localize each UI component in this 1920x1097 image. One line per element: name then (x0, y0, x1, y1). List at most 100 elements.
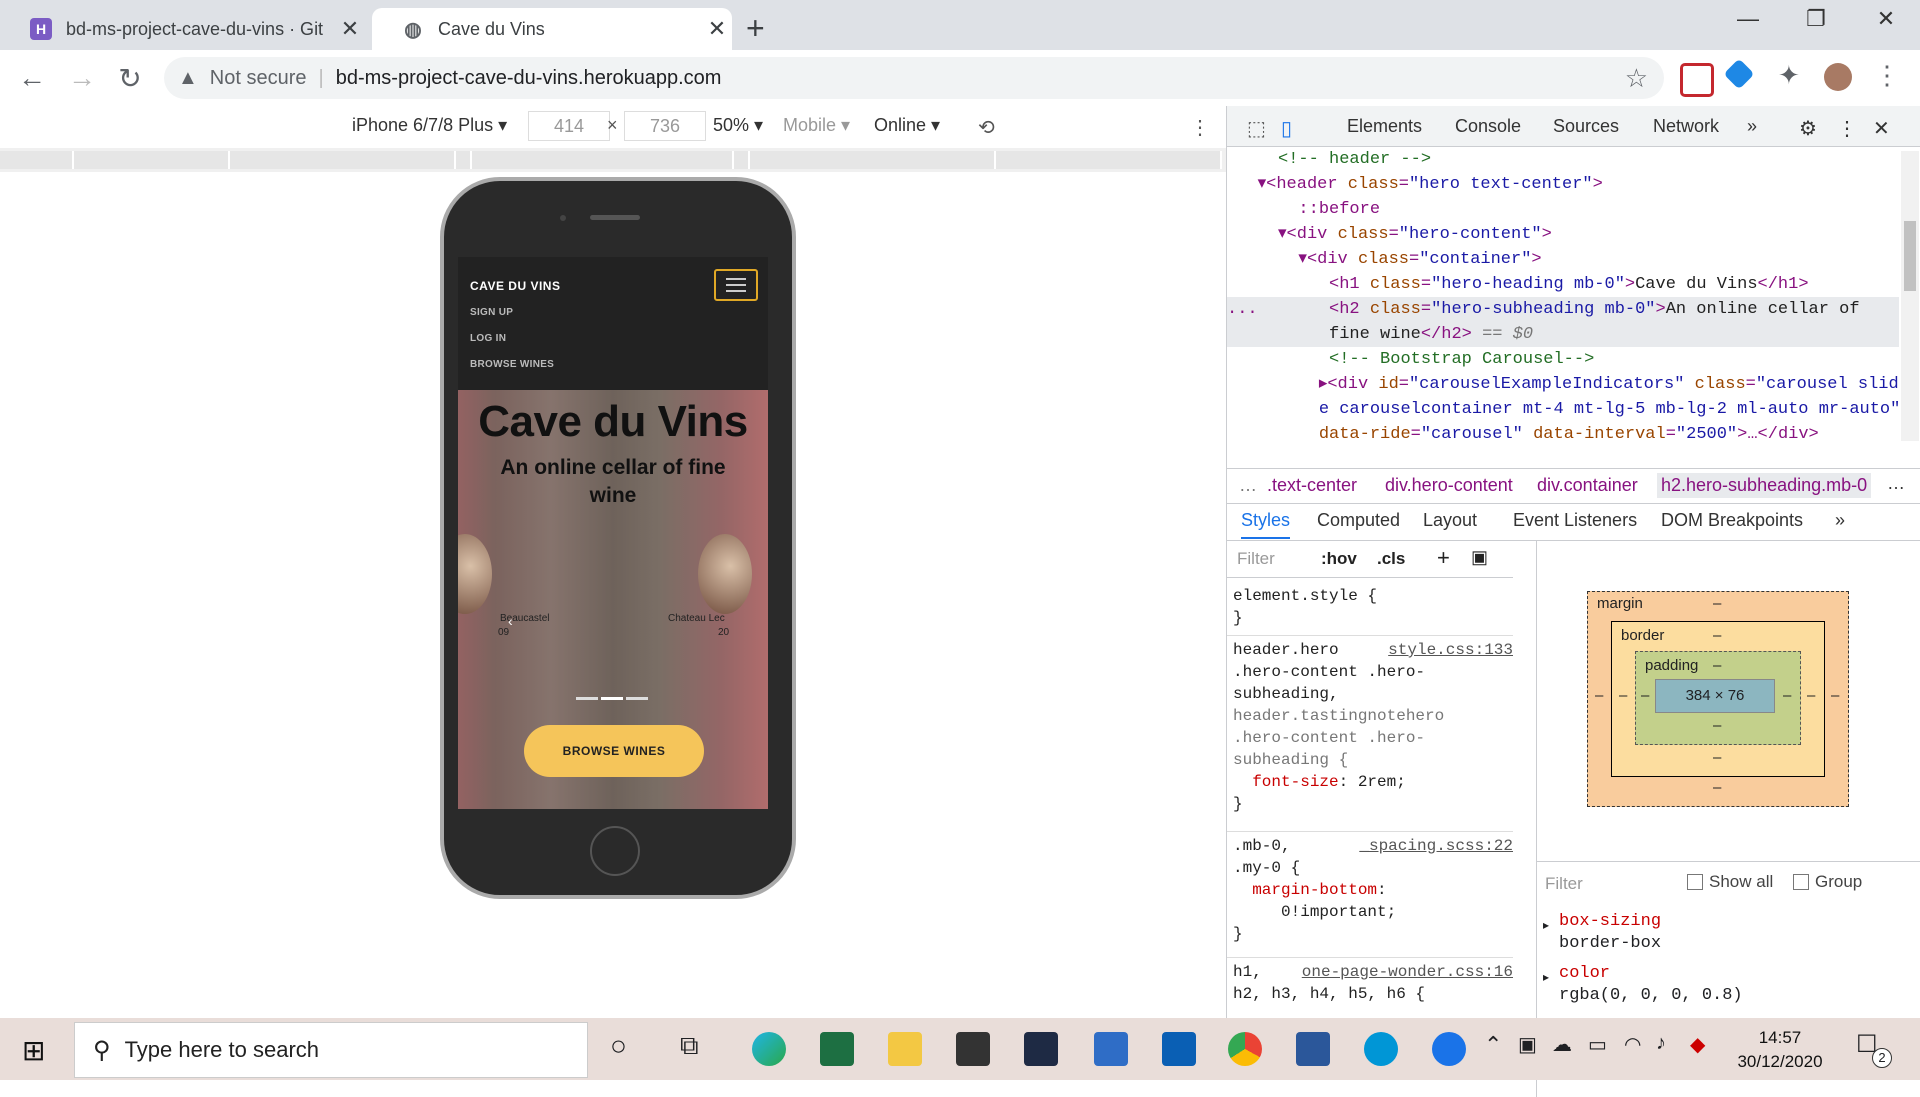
address-bar[interactable]: ▲ Not secure | bd-ms-project-cave-du-vin… (164, 57, 1664, 99)
store-icon[interactable] (956, 1032, 990, 1066)
dropbox-icon[interactable]: ◆ (1690, 1032, 1705, 1057)
hamburger-menu-icon[interactable] (714, 269, 758, 301)
more-tabs-icon[interactable]: » (1835, 510, 1845, 531)
tab-sources[interactable]: Sources (1553, 116, 1619, 137)
crumb-active[interactable]: h2.hero-subheading.mb-0 (1657, 473, 1872, 498)
show-all-checkbox[interactable] (1687, 874, 1703, 890)
style-rule[interactable]: element.style {} (1233, 585, 1513, 629)
tab-elements[interactable]: Elements (1347, 116, 1422, 137)
device-type-select[interactable]: Mobile ▾ (783, 115, 850, 136)
mail-icon[interactable] (1094, 1032, 1128, 1066)
browser-tab-active[interactable]: ◍ Cave du Vins ✕ (372, 8, 732, 50)
sidebar-toggle-icon[interactable]: ▣ (1471, 547, 1488, 568)
ruler-segment[interactable] (734, 151, 750, 169)
nav-link-browse-wines[interactable]: BROWSE WINES (470, 359, 554, 370)
elements-tree[interactable]: <!-- header --> ▾<header class="hero tex… (1227, 147, 1899, 443)
back-icon[interactable]: ← (12, 62, 52, 94)
browse-wines-button[interactable]: BROWSE WINES (524, 725, 704, 777)
taskbar-clock[interactable]: 14:57 30/12/2020 (1730, 1026, 1830, 1074)
hp-icon[interactable] (1364, 1032, 1398, 1066)
crumb[interactable]: .text-center (1267, 475, 1357, 496)
throttle-select[interactable]: Online ▾ (874, 115, 940, 136)
powerautomate-icon[interactable] (1024, 1032, 1058, 1066)
style-rule[interactable]: .mb-0, _spacing.scss:22 .my-0 { margin-bo… (1233, 835, 1513, 945)
tab-computed[interactable]: Computed (1317, 510, 1400, 531)
styles-filter-input[interactable]: Filter (1237, 549, 1275, 569)
computed-prop-name[interactable]: box-sizing (1559, 912, 1661, 931)
computed-filter-input[interactable]: Filter (1545, 874, 1583, 894)
volume-icon[interactable]: ♪ (1656, 1032, 1666, 1055)
cortana-icon[interactable]: ○ (610, 1030, 627, 1062)
forward-icon[interactable]: → (62, 62, 102, 94)
browser-tab[interactable]: H bd-ms-project-cave-du-vins · Git ✕ (0, 8, 365, 50)
add-rule-icon[interactable]: + (1437, 545, 1450, 571)
avatar[interactable] (1824, 63, 1852, 91)
word-icon[interactable] (1296, 1032, 1330, 1066)
menu-kebab-icon[interactable]: ⋮ (1190, 115, 1210, 140)
nav-link-log-in[interactable]: LOG IN (470, 333, 506, 344)
height-input[interactable]: 736 (624, 111, 706, 141)
device-toggle-icon[interactable]: ▯ (1281, 116, 1292, 141)
menu-kebab-icon[interactable]: ⋮ (1874, 60, 1900, 91)
chrome-icon[interactable] (1228, 1032, 1262, 1066)
dom-node[interactable]: ▾<div class="container"> (1227, 247, 1899, 272)
extension-icon[interactable] (1723, 58, 1755, 90)
carousel-indicator[interactable] (601, 697, 623, 700)
dom-node[interactable]: ▸<div id="carouselExampleIndicators" cla… (1227, 372, 1899, 397)
inspect-icon[interactable]: ⬚ (1247, 116, 1266, 141)
style-rule[interactable]: header.hero style.css:133 .hero-content .… (1233, 639, 1513, 815)
restore-icon[interactable]: ❐ (1786, 6, 1846, 32)
tab-dom-breakpoints[interactable]: DOM Breakpoints (1661, 510, 1803, 531)
group-checkbox[interactable] (1793, 874, 1809, 890)
ruler-segment[interactable] (0, 151, 74, 169)
hov-toggle[interactable]: :hov (1321, 549, 1357, 569)
ruler-segment[interactable] (750, 151, 996, 169)
device-select[interactable]: iPhone 6/7/8 Plus ▾ (352, 115, 507, 136)
tab-layout[interactable]: Layout (1423, 510, 1477, 531)
close-icon[interactable]: ✕ (1873, 116, 1890, 141)
crumb[interactable]: div.hero-content (1385, 475, 1513, 496)
expand-icon[interactable]: ▸ (1543, 970, 1549, 985)
ruler-segment[interactable] (456, 151, 472, 169)
crumb[interactable]: div.container (1537, 475, 1638, 496)
dom-node[interactable]: ▾<div class="hero-content"> (1227, 222, 1899, 247)
carousel-indicator[interactable] (576, 697, 598, 700)
zoom-select[interactable]: 50% ▾ (713, 115, 763, 136)
tab-console[interactable]: Console (1455, 116, 1521, 137)
close-icon[interactable]: ✕ (702, 16, 732, 42)
computed-prop-name[interactable]: color (1559, 964, 1610, 983)
cls-toggle[interactable]: .cls (1377, 549, 1405, 569)
extension-icon[interactable] (1680, 63, 1714, 97)
ruler-segment[interactable] (996, 151, 1222, 169)
box-model-content[interactable]: 384 × 76 (1655, 679, 1775, 713)
reload-icon[interactable]: ↻ (110, 62, 150, 95)
puzzle-icon[interactable]: ✦ (1778, 60, 1800, 91)
cloud-icon[interactable]: ☁ (1552, 1032, 1572, 1057)
edge-icon[interactable] (752, 1032, 786, 1066)
star-icon[interactable]: ☆ (1625, 63, 1648, 94)
ruler-segment[interactable] (472, 151, 734, 169)
new-tab-icon[interactable]: + (746, 10, 765, 47)
gear-icon[interactable]: ⚙ (1799, 116, 1817, 141)
dom-node[interactable]: data-ride="carousel" data-interval="2500… (1227, 422, 1899, 443)
chevron-up-icon[interactable]: ⌃ (1484, 1032, 1502, 1058)
dom-node-selected[interactable]: ... <h2 class="hero-subheading mb-0">An … (1227, 297, 1899, 347)
dom-node[interactable]: ::before (1227, 197, 1899, 222)
menu-kebab-icon[interactable]: ⋮ (1837, 116, 1857, 141)
nav-link-sign-up[interactable]: SIGN UP (470, 307, 513, 318)
excel-icon[interactable] (820, 1032, 854, 1066)
battery-icon[interactable]: ▭ (1588, 1032, 1607, 1057)
dom-node[interactable]: ▾<header class="hero text-center"> (1227, 172, 1899, 197)
file-explorer-icon[interactable] (888, 1032, 922, 1066)
site-brand[interactable]: CAVE DU VINS (470, 279, 560, 293)
expand-icon[interactable]: ▸ (1543, 918, 1549, 933)
tab-event-listeners[interactable]: Event Listeners (1513, 510, 1637, 531)
tab-styles[interactable]: Styles (1241, 510, 1291, 539)
more-icon[interactable]: … (1887, 473, 1905, 494)
close-icon[interactable]: ✕ (335, 16, 365, 42)
dom-node[interactable]: <h1 class="hero-heading mb-0">Cave du Vi… (1227, 272, 1899, 297)
style-rule[interactable]: h1, one-page-wonder.css:16 h2, h3, h4, h5… (1233, 961, 1513, 1005)
ruler-segment[interactable] (74, 151, 230, 169)
wine-image[interactable] (698, 534, 752, 614)
carousel-prev-icon[interactable]: ‹ (508, 613, 513, 629)
